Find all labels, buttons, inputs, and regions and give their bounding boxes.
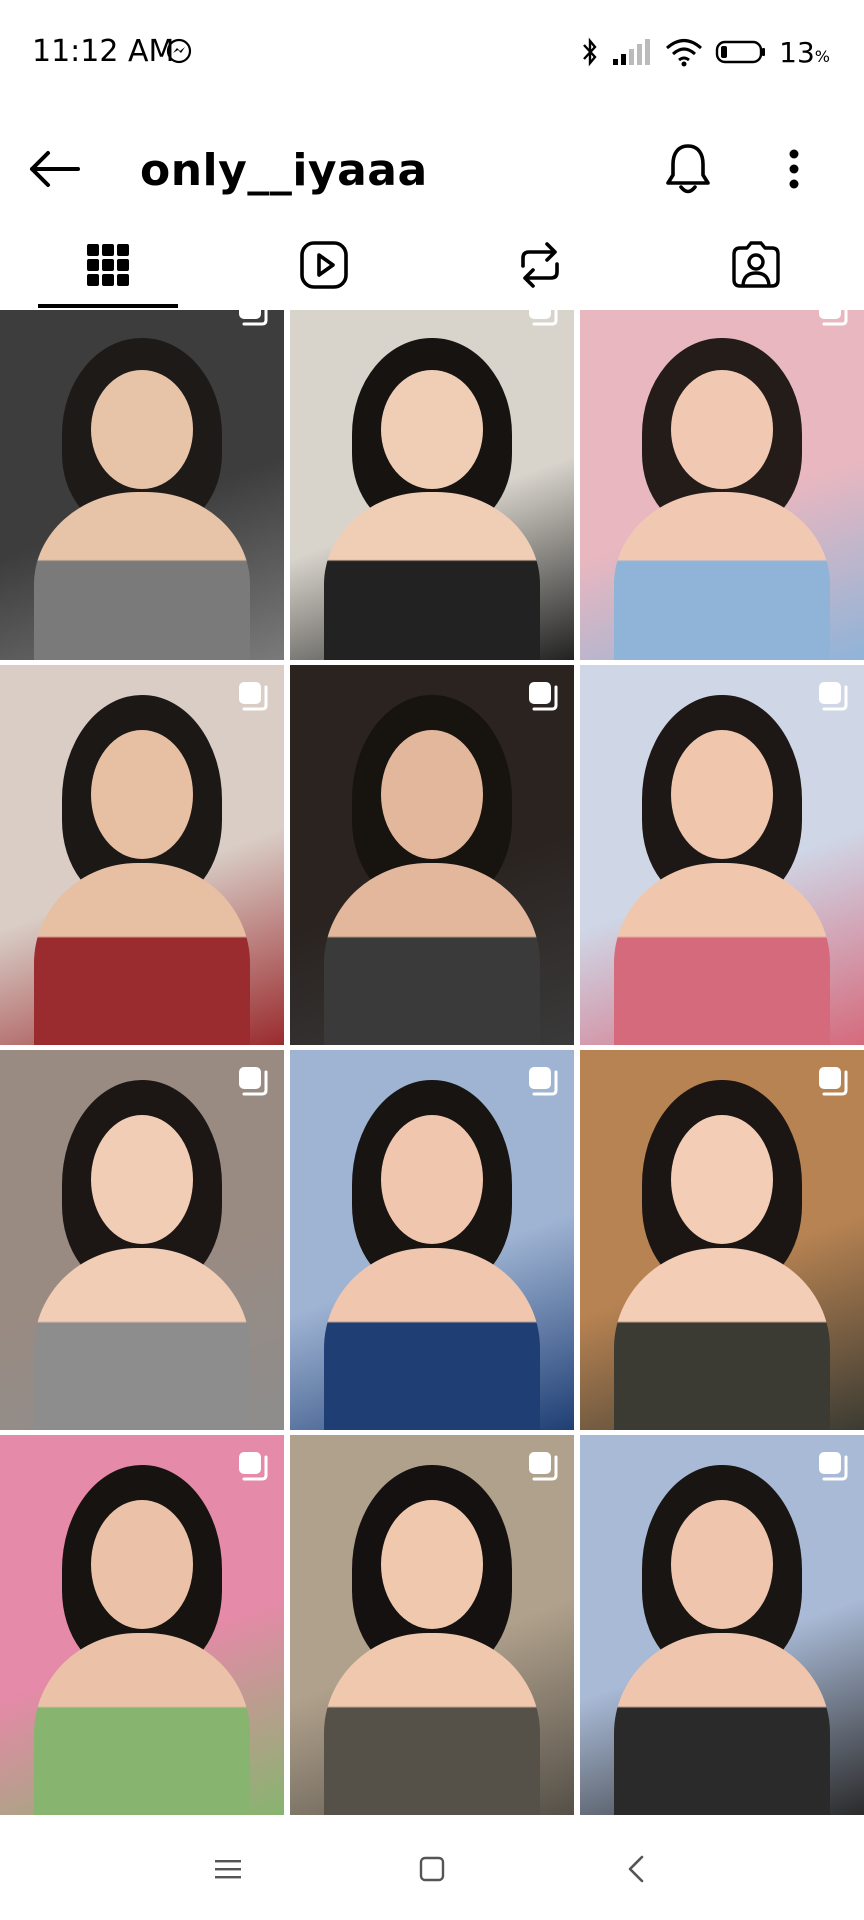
carousel-icon — [819, 682, 848, 711]
photo-subject-body — [34, 492, 250, 660]
photo-subject-face — [670, 729, 774, 859]
photo-subject-body — [34, 1632, 250, 1815]
home-square-icon — [419, 1856, 445, 1882]
carousel-icon — [239, 682, 268, 711]
menu-icon — [215, 1860, 241, 1879]
system-nav-bar — [0, 1815, 864, 1920]
carousel-icon — [239, 310, 268, 326]
photo-subject-body — [324, 1247, 540, 1430]
photo-subject-body — [34, 1247, 250, 1430]
post-thumbnail[interactable] — [0, 1435, 284, 1815]
photo-subject-face — [670, 369, 774, 489]
tab-tagged[interactable] — [648, 220, 864, 310]
photo-subject-face — [380, 1114, 484, 1244]
photo-subject-body — [614, 862, 830, 1045]
photo-subject-face — [90, 1114, 194, 1244]
notifications-button[interactable] — [660, 137, 716, 201]
signal-icon — [613, 39, 651, 65]
carousel-icon — [819, 310, 848, 326]
photo-subject-body — [324, 1632, 540, 1815]
photo-subject-body — [614, 492, 830, 660]
back-arrow-icon — [30, 151, 80, 187]
photo-subject-body — [34, 862, 250, 1045]
carousel-icon — [239, 1067, 268, 1096]
status-time: 11:12 AM — [32, 34, 175, 69]
bluetooth-icon — [583, 37, 597, 67]
photo-subject-body — [614, 1247, 830, 1430]
post-thumbnail[interactable] — [580, 310, 864, 660]
carousel-icon — [529, 1067, 558, 1096]
photo-subject-face — [90, 729, 194, 859]
messenger-icon — [166, 38, 192, 64]
photo-subject-face — [380, 369, 484, 489]
post-thumbnail[interactable] — [0, 1050, 284, 1430]
photo-subject-face — [380, 1499, 484, 1629]
profile-username: only__iyaaa — [140, 145, 428, 196]
carousel-icon — [529, 310, 558, 326]
tab-reels[interactable] — [216, 220, 432, 310]
photo-subject-body — [324, 492, 540, 660]
status-bar: 11:12 AM 13% — [0, 0, 864, 105]
carousel-icon — [819, 1452, 848, 1481]
more-vertical-icon — [789, 149, 799, 189]
profile-tabs — [0, 220, 864, 310]
post-thumbnail[interactable] — [0, 665, 284, 1045]
post-grid — [0, 310, 864, 1815]
carousel-icon — [819, 1067, 848, 1096]
post-thumbnail[interactable] — [290, 310, 574, 660]
post-thumbnail[interactable] — [580, 1435, 864, 1815]
photo-subject-face — [380, 729, 484, 859]
more-options-button[interactable] — [776, 141, 812, 197]
post-thumbnail[interactable] — [0, 310, 284, 660]
post-thumbnail[interactable] — [290, 1435, 574, 1815]
battery-percent: 13% — [779, 35, 830, 69]
home-button[interactable] — [402, 1841, 462, 1897]
back-nav-button[interactable] — [606, 1841, 666, 1897]
reels-icon — [300, 241, 348, 289]
post-thumbnail[interactable] — [580, 665, 864, 1045]
photo-subject-face — [670, 1114, 774, 1244]
bell-icon — [666, 144, 710, 194]
repost-icon — [521, 242, 559, 288]
recent-apps-button[interactable] — [198, 1841, 258, 1897]
photo-subject-face — [670, 1499, 774, 1629]
photo-subject-face — [90, 1499, 194, 1629]
status-icons: 13% — [581, 32, 830, 72]
photo-subject-body — [324, 862, 540, 1045]
tab-reposts[interactable] — [432, 220, 648, 310]
wifi-icon — [666, 39, 703, 67]
back-button[interactable] — [26, 141, 82, 197]
battery-icon — [715, 40, 766, 64]
photo-subject-body — [614, 1632, 830, 1815]
back-chevron-icon — [628, 1855, 644, 1883]
post-thumbnail[interactable] — [290, 1050, 574, 1430]
carousel-icon — [529, 682, 558, 711]
post-thumbnail[interactable] — [290, 665, 574, 1045]
grid-icon — [87, 244, 129, 286]
carousel-icon — [529, 1452, 558, 1481]
carousel-icon — [239, 1452, 268, 1481]
tab-selected-indicator — [38, 304, 178, 308]
post-thumbnail[interactable] — [580, 1050, 864, 1430]
photo-subject-face — [90, 369, 194, 489]
tagged-icon — [732, 241, 780, 288]
tab-posts[interactable] — [0, 220, 216, 310]
profile-header: only__iyaaa — [0, 105, 864, 235]
